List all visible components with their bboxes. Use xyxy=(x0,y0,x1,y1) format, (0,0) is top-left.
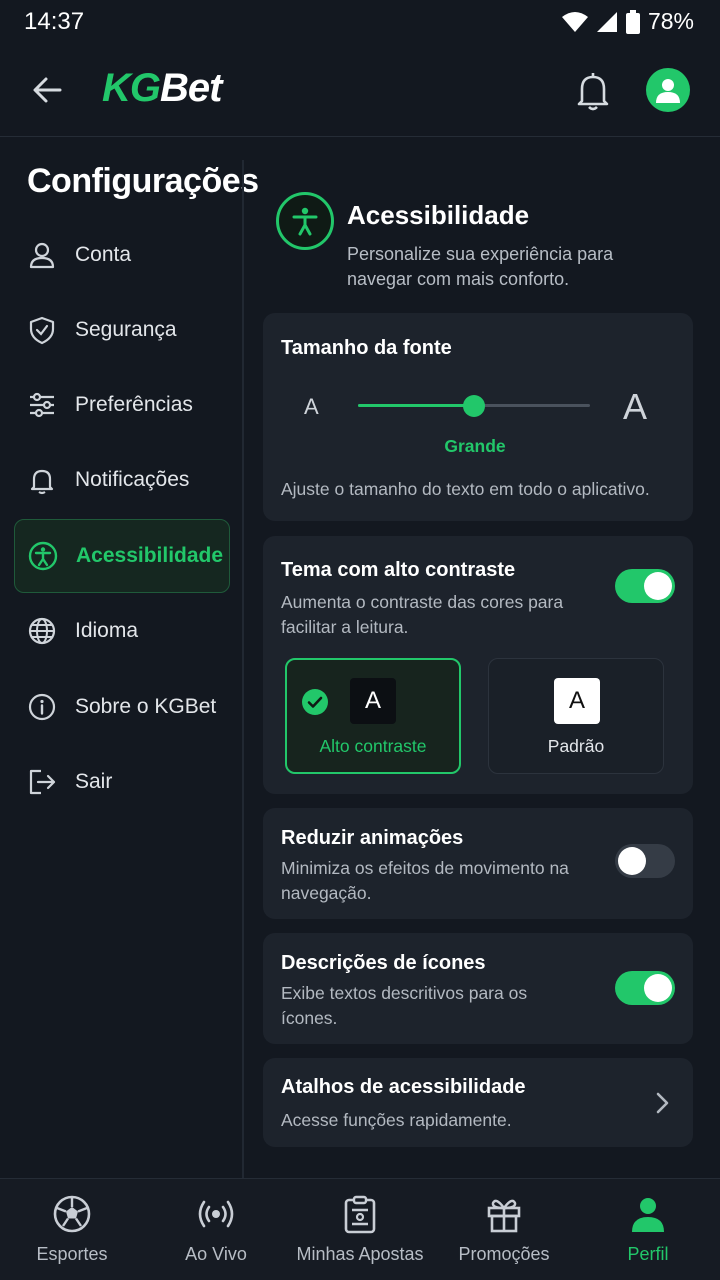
sidebar-item-preferencias[interactable]: Preferências xyxy=(14,368,230,442)
gift-icon xyxy=(487,1199,521,1233)
icon-descriptions-title: Descrições de ícones xyxy=(281,952,486,974)
accessibility-shortcuts-row[interactable] xyxy=(263,1058,693,1147)
sidebar-item-conta[interactable]: Conta xyxy=(14,218,230,292)
settings-title: Configurações xyxy=(27,162,259,200)
nav-label: Perfil xyxy=(627,1244,669,1264)
high-contrast-title: Tema com alto contraste xyxy=(281,559,516,581)
soccer-ball-icon xyxy=(53,1195,91,1233)
toggle-knob xyxy=(644,572,672,600)
theme-option-default[interactable]: A Padrão xyxy=(488,658,664,774)
shortcuts-title: Atalhos de acessibilidade xyxy=(281,1076,526,1098)
sidebar-item-idioma[interactable]: Idioma xyxy=(14,594,230,668)
bell-icon xyxy=(30,469,54,495)
toggle-knob xyxy=(644,974,672,1002)
nav-label: Promoções xyxy=(458,1244,550,1264)
bell-icon xyxy=(577,73,609,111)
sidebar-item-label: Sobre o KGBet xyxy=(75,695,217,718)
nav-ao-vivo[interactable]: Ao Vivo xyxy=(144,1190,288,1270)
font-size-slider-fill xyxy=(358,404,474,407)
chevron-right-icon xyxy=(656,1092,669,1114)
sidebar-item-label: Acessibilidade xyxy=(76,544,224,567)
sliders-icon xyxy=(30,392,54,418)
nav-promocoes[interactable]: Promoções xyxy=(432,1190,576,1270)
logo-kg: KG xyxy=(102,66,161,110)
battery-level: 78% xyxy=(647,8,694,34)
profile-icon xyxy=(632,1198,664,1232)
toggle-knob xyxy=(618,847,646,875)
high-contrast-swatch: A xyxy=(350,678,396,724)
sidebar-divider xyxy=(242,160,244,1178)
sidebar-item-label: Segurança xyxy=(75,318,177,341)
high-contrast-toggle[interactable] xyxy=(615,569,675,603)
logo-bet: Bet xyxy=(160,66,222,110)
arrow-left-icon xyxy=(33,77,62,103)
sidebar-item-sair[interactable]: Sair xyxy=(14,745,230,819)
user-icon xyxy=(29,242,55,269)
globe-icon xyxy=(28,617,56,645)
accessibility-badge xyxy=(276,192,334,250)
sidebar-item-label: Sair xyxy=(75,770,113,793)
nav-label: Esportes xyxy=(36,1244,108,1264)
shield-icon xyxy=(29,316,55,345)
nav-label: Minhas Apostas xyxy=(296,1244,424,1264)
page-subtitle: Personalize sua experiência para navegar… xyxy=(347,244,614,289)
live-broadcast-icon xyxy=(198,1200,234,1228)
theme-option-label: Alto contraste xyxy=(319,736,427,756)
sidebar-item-sobre[interactable]: Sobre o KGBet xyxy=(14,670,230,744)
sidebar-item-seguranca[interactable]: Segurança xyxy=(14,293,230,367)
font-size-description: Ajuste o tamanho do texto em todo o apli… xyxy=(281,479,650,499)
theme-option-high-contrast[interactable]: A Alto contraste xyxy=(285,658,461,774)
sidebar-item-notificacoes[interactable]: Notificações xyxy=(14,443,230,517)
header-divider xyxy=(0,136,720,137)
sidebar-item-label: Notificações xyxy=(75,468,190,491)
font-large-label: A xyxy=(623,386,648,427)
font-small-label: A xyxy=(304,394,319,419)
status-time: 14:37 xyxy=(24,8,85,35)
reduce-motion-toggle[interactable] xyxy=(615,844,675,878)
avatar[interactable] xyxy=(646,68,690,112)
font-size-title: Tamanho da fonte xyxy=(281,337,452,359)
sidebar-item-label: Preferências xyxy=(75,393,193,416)
icon-descriptions-toggle[interactable] xyxy=(615,971,675,1005)
sidebar-item-label: Conta xyxy=(75,243,132,266)
page-title: Acessibilidade xyxy=(347,200,530,230)
reduce-motion-description: Minimiza os efeitos de movimento na nave… xyxy=(281,858,569,903)
sidebar-item-label: Idioma xyxy=(75,619,139,642)
sidebar-item-acessibilidade[interactable]: Acessibilidade xyxy=(14,519,230,593)
font-size-value: Grande xyxy=(444,436,506,456)
bet-slip-icon xyxy=(344,1195,376,1234)
check-circle-icon xyxy=(302,689,328,715)
theme-option-label: Padrão xyxy=(547,736,605,756)
user-avatar-icon xyxy=(656,79,680,103)
signal-icon xyxy=(596,11,617,32)
high-contrast-description: Aumenta o contraste das cores para facil… xyxy=(281,592,564,637)
shortcuts-description: Acesse funções rapidamente. xyxy=(281,1110,512,1130)
info-icon xyxy=(28,693,56,721)
accessibility-icon xyxy=(292,207,318,236)
status-icons: 78% xyxy=(561,8,694,35)
logout-icon xyxy=(29,769,56,795)
wifi-icon xyxy=(561,11,588,32)
accessibility-icon xyxy=(28,541,58,571)
font-size-slider-thumb[interactable] xyxy=(463,395,485,417)
nav-perfil[interactable]: Perfil xyxy=(576,1190,720,1270)
nav-label: Ao Vivo xyxy=(185,1244,247,1264)
back-button[interactable] xyxy=(30,72,66,108)
nav-esportes[interactable]: Esportes xyxy=(0,1190,144,1270)
kgbet-logo[interactable]: KGBet xyxy=(102,66,222,111)
reduce-motion-title: Reduzir animações xyxy=(281,827,464,849)
icon-descriptions-description: Exibe textos descritivos para os ícones. xyxy=(281,983,528,1028)
nav-minhas-apostas[interactable]: Minhas Apostas xyxy=(288,1190,432,1270)
battery-icon xyxy=(625,9,640,34)
default-swatch: A xyxy=(554,678,600,724)
notifications-button[interactable] xyxy=(574,70,612,112)
